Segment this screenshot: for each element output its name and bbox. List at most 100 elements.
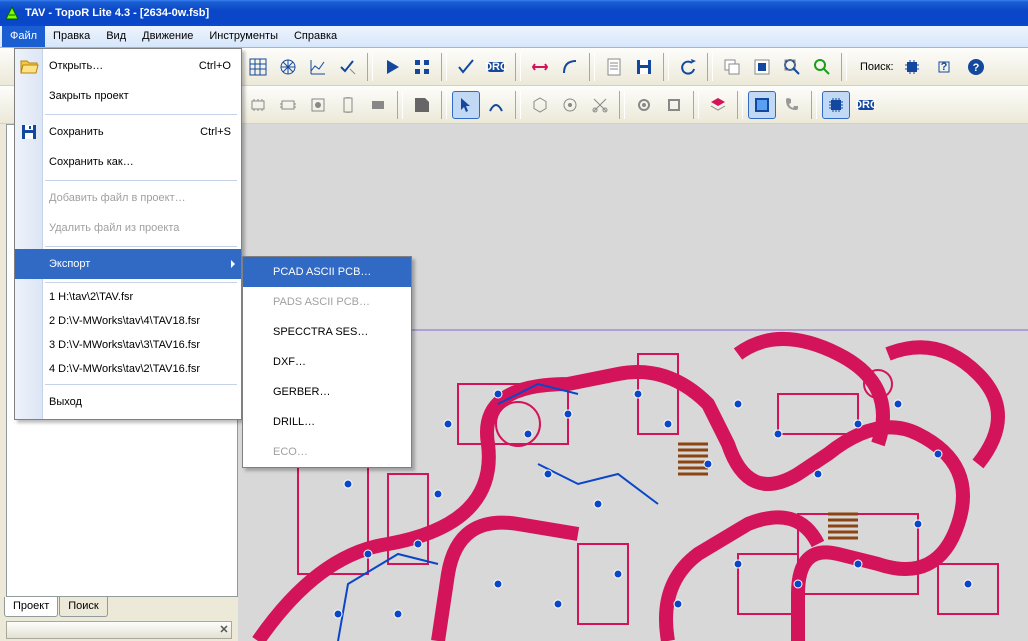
menu-item-shortcut: Ctrl+O — [199, 60, 231, 72]
toolbar-comp3-icon[interactable] — [304, 91, 332, 119]
toolbar-drc-icon[interactable]: DRC — [482, 53, 510, 81]
menu-item-exit[interactable]: Выход — [15, 387, 241, 417]
menu-item-close-project[interactable]: Закрыть проект — [15, 81, 241, 111]
toolbar-undo-icon[interactable] — [674, 53, 702, 81]
menu-item-label: Выход — [49, 396, 82, 408]
menu-item-label: Удалить файл из проекта — [49, 222, 179, 234]
toolbar-comp5-icon[interactable] — [364, 91, 392, 119]
toolbar-chip-toggle-icon[interactable] — [822, 91, 850, 119]
menu-item-label: 2 D:\V-MWorks\tav\4\TAV18.fsr — [49, 315, 200, 327]
menu-item-add-file: Добавить файл в проект… — [15, 183, 241, 213]
toolbar-width-icon[interactable] — [526, 53, 554, 81]
submenu-arrow-icon — [231, 260, 235, 268]
toolbar-cut-icon[interactable] — [586, 91, 614, 119]
toolbar-region-icon[interactable] — [408, 91, 436, 119]
menu-movement[interactable]: Движение — [134, 26, 201, 47]
menu-item-export-specctra[interactable]: SPECCTRA SES… — [243, 317, 411, 347]
menu-item-label: Открыть… — [49, 60, 103, 72]
menu-item-recent-1[interactable]: 1 H:\tav\2\TAV.fsr — [15, 285, 241, 309]
menu-edit[interactable]: Правка — [45, 26, 98, 47]
toolbar-via-icon[interactable] — [630, 91, 658, 119]
search-help-chip-icon[interactable]: ? — [930, 53, 958, 81]
toolbar-arc-icon[interactable] — [556, 53, 584, 81]
menu-item-save-as[interactable]: Сохранить как… — [15, 147, 241, 177]
menu-item-label: DXF… — [273, 356, 306, 368]
menu-item-save[interactable]: Сохранить Ctrl+S — [15, 117, 241, 147]
toolbar-chart-icon[interactable] — [304, 53, 332, 81]
toolbar-layers-toggle-icon[interactable] — [748, 91, 776, 119]
menu-item-label: 3 D:\V-MWorks\tav\3\TAV16.fsr — [49, 339, 200, 351]
menu-item-label: GERBER… — [273, 386, 330, 398]
toolbar-layer-icon[interactable] — [704, 91, 732, 119]
left-panel-tabs: Проект Поиск — [4, 597, 109, 617]
left-panel-close-icon[interactable]: ✕ — [216, 621, 232, 637]
toolbar-check-pencil-icon[interactable] — [334, 53, 362, 81]
menu-item-remove-file: Удалить файл из проекта — [15, 213, 241, 243]
svg-text:?: ? — [940, 61, 947, 73]
toolbar-grid-icon[interactable] — [244, 53, 272, 81]
toolbar-route-icon[interactable] — [482, 91, 510, 119]
menu-item-label: ECO… — [273, 446, 308, 458]
toolbar-play-icon[interactable] — [378, 53, 406, 81]
menu-help[interactable]: Справка — [286, 26, 345, 47]
toolbar-pointer-icon[interactable] — [452, 91, 480, 119]
tab-search[interactable]: Поиск — [59, 597, 107, 617]
menu-item-recent-3[interactable]: 3 D:\V-MWorks\tav\3\TAV16.fsr — [15, 333, 241, 357]
export-submenu: PCAD ASCII PCB… PADS ASCII PCB… SPECCTRA… — [242, 256, 412, 468]
menu-item-export-dxf[interactable]: DXF… — [243, 347, 411, 377]
title-bar: TAV - TopoR Lite 4.3 - [2634-0w.fsb] — [0, 0, 1028, 26]
menu-bar: Файл Правка Вид Движение Инструменты Спр… — [0, 26, 1028, 48]
menu-item-export-pcad[interactable]: PCAD ASCII PCB… — [243, 257, 411, 287]
svg-text:DRC: DRC — [486, 61, 506, 73]
app-icon — [4, 5, 20, 21]
menu-item-label: Экспорт — [49, 258, 90, 270]
menu-item-label: DRILL… — [273, 416, 315, 428]
help-icon[interactable]: ? — [962, 53, 990, 81]
menu-item-export-pads: PADS ASCII PCB… — [243, 287, 411, 317]
menu-item-label: Добавить файл в проект… — [49, 192, 186, 204]
toolbar-web-icon[interactable] — [274, 53, 302, 81]
toolbar-square-icon[interactable] — [660, 91, 688, 119]
menu-item-export-gerber[interactable]: GERBER… — [243, 377, 411, 407]
search-label: Поиск: — [860, 61, 894, 73]
toolbar-comp2-icon[interactable] — [274, 91, 302, 119]
toolbar-save-icon[interactable] — [630, 53, 658, 81]
toolbar-check-icon[interactable] — [452, 53, 480, 81]
menu-item-label: 4 D:\V-MWorks\tav\2\TAV16.fsr — [49, 363, 200, 375]
menu-item-label: Сохранить как… — [49, 156, 134, 168]
toolbar-drc2-icon[interactable]: DRC — [852, 91, 880, 119]
menu-item-export-drill[interactable]: DRILL… — [243, 407, 411, 437]
toolbar-zoom-icon[interactable] — [808, 53, 836, 81]
toolbar-grid2-icon[interactable] — [408, 53, 436, 81]
toolbar-comp1-icon[interactable] — [244, 91, 272, 119]
toolbar-comp4-icon[interactable] — [334, 91, 362, 119]
tab-project[interactable]: Проект — [4, 597, 58, 617]
menu-item-recent-2[interactable]: 2 D:\V-MWorks\tav\4\TAV18.fsr — [15, 309, 241, 333]
menu-file[interactable]: Файл — [2, 26, 45, 47]
search-chip-icon[interactable] — [898, 53, 926, 81]
toolbar-copy-icon[interactable] — [718, 53, 746, 81]
menu-item-shortcut: Ctrl+S — [200, 126, 231, 138]
menu-item-label: Сохранить — [49, 126, 104, 138]
toolbar-zoom-extent-icon[interactable] — [778, 53, 806, 81]
search-box: Поиск: ? ? — [860, 53, 990, 81]
menu-view[interactable]: Вид — [98, 26, 134, 47]
menu-item-open[interactable]: Открыть… Ctrl+O — [15, 51, 241, 81]
toolbar-document-icon[interactable] — [600, 53, 628, 81]
floppy-icon — [19, 122, 39, 142]
menu-tools[interactable]: Инструменты — [201, 26, 286, 47]
folder-open-icon — [19, 56, 39, 76]
menu-item-export[interactable]: Экспорт — [15, 249, 241, 279]
menu-item-label: PCAD ASCII PCB… — [273, 266, 371, 278]
left-panel-grip[interactable] — [6, 621, 232, 639]
menu-item-label: Закрыть проект — [49, 90, 129, 102]
menu-item-label: 1 H:\tav\2\TAV.fsr — [49, 291, 133, 303]
menu-item-recent-4[interactable]: 4 D:\V-MWorks\tav\2\TAV16.fsr — [15, 357, 241, 381]
menu-item-label: PADS ASCII PCB… — [273, 296, 370, 308]
toolbar-target-icon[interactable] — [556, 91, 584, 119]
toolbar-settings-icon[interactable] — [748, 53, 776, 81]
toolbar-hex-icon[interactable] — [526, 91, 554, 119]
toolbar-phone-icon[interactable] — [778, 91, 806, 119]
window-title: TAV - TopoR Lite 4.3 - [2634-0w.fsb] — [25, 7, 209, 19]
file-menu-dropdown: Открыть… Ctrl+O Закрыть проект Сохранить… — [14, 48, 242, 420]
